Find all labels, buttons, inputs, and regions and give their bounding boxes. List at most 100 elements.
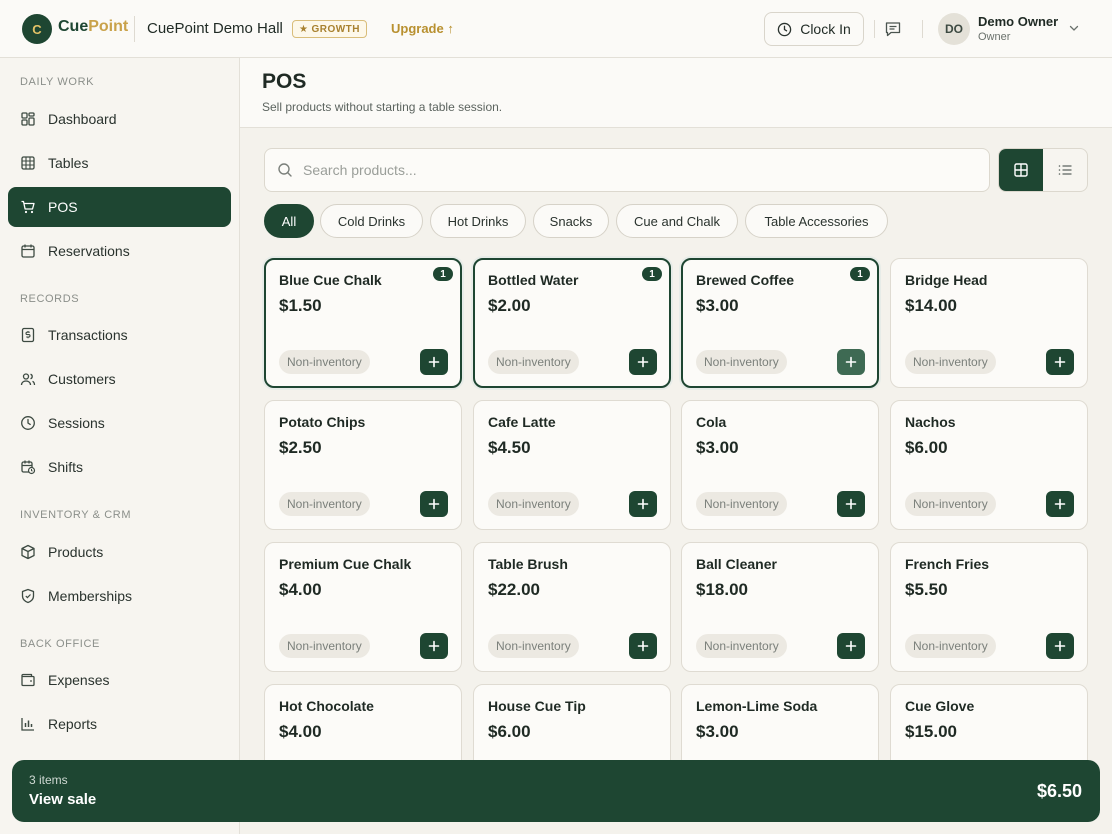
- add-to-sale-button[interactable]: [837, 491, 865, 517]
- product-card[interactable]: Bridge Head $14.00 Non-inventory: [890, 258, 1088, 388]
- clock-icon: [21, 416, 35, 430]
- inventory-tag: Non-inventory: [279, 492, 370, 516]
- upgrade-link[interactable]: Upgrade ↑: [391, 21, 454, 36]
- add-to-sale-button[interactable]: [420, 491, 448, 517]
- add-to-sale-button[interactable]: [1046, 633, 1074, 659]
- plus-icon: [1054, 356, 1066, 368]
- product-name: Cue Glove: [905, 698, 975, 714]
- sidebar-item-customers[interactable]: Customers: [8, 359, 231, 399]
- inventory-tag: Non-inventory: [488, 492, 579, 516]
- plus-icon: [845, 498, 857, 510]
- brand-logo[interactable]: CuePoint: [58, 18, 128, 36]
- plus-icon: [637, 640, 649, 652]
- product-card[interactable]: Table Brush $22.00 Non-inventory: [473, 542, 671, 672]
- product-card[interactable]: Nachos $6.00 Non-inventory: [890, 400, 1088, 530]
- product-name: Lemon-Lime Soda: [696, 698, 818, 714]
- sale-item-count: 3 items: [29, 773, 68, 787]
- inventory-tag: Non-inventory: [488, 350, 579, 374]
- inventory-tag: Non-inventory: [696, 350, 787, 374]
- sidebar-item-reservations[interactable]: Reservations: [8, 231, 231, 271]
- plus-icon: [845, 356, 857, 368]
- user-name[interactable]: Demo Owner: [978, 14, 1058, 29]
- search-input[interactable]: [303, 162, 963, 178]
- inventory-tag: Non-inventory: [905, 492, 996, 516]
- divider: [922, 20, 923, 38]
- section-title-records: RECORDS: [20, 293, 80, 305]
- inventory-tag: Non-inventory: [905, 350, 996, 374]
- category-chip-all[interactable]: All: [264, 204, 314, 238]
- clock-in-button[interactable]: Clock In: [764, 12, 864, 46]
- product-card[interactable]: Potato Chips $2.50 Non-inventory: [264, 400, 462, 530]
- add-to-sale-button[interactable]: [837, 633, 865, 659]
- user-role: Owner: [978, 31, 1011, 43]
- product-card[interactable]: Cola $3.00 Non-inventory: [681, 400, 879, 530]
- page-subtitle: Sell products without starting a table s…: [262, 100, 503, 114]
- list-view-button[interactable]: [1043, 149, 1087, 191]
- add-to-sale-button[interactable]: [629, 633, 657, 659]
- product-card[interactable]: Bottled Water $2.00 Non-inventory 1: [473, 258, 671, 388]
- product-price: $6.00: [488, 722, 531, 741]
- product-card[interactable]: French Fries $5.50 Non-inventory: [890, 542, 1088, 672]
- product-card[interactable]: Ball Cleaner $18.00 Non-inventory: [681, 542, 879, 672]
- add-to-sale-button[interactable]: [1046, 491, 1074, 517]
- sidebar-item-pos[interactable]: POS: [8, 187, 231, 227]
- shift-calendar-icon: [21, 460, 36, 475]
- sidebar-item-reports[interactable]: Reports: [8, 704, 231, 744]
- search-icon: [278, 163, 292, 177]
- sidebar-item-dashboard[interactable]: Dashboard: [8, 99, 231, 139]
- chevron-down-icon[interactable]: [1068, 22, 1080, 34]
- sidebar-item-sessions[interactable]: Sessions: [8, 403, 231, 443]
- product-card[interactable]: Blue Cue Chalk $1.50 Non-inventory 1: [264, 258, 462, 388]
- view-sale-bar[interactable]: 3 items View sale $6.50: [12, 760, 1100, 822]
- view-mode-toggle: [998, 148, 1088, 192]
- add-to-sale-button[interactable]: [629, 491, 657, 517]
- category-chip-table-accessories[interactable]: Table Accessories: [745, 204, 888, 238]
- product-price: $5.50: [905, 580, 948, 599]
- sidebar-item-tables[interactable]: Tables: [8, 143, 231, 183]
- product-name: Ball Cleaner: [696, 556, 777, 572]
- category-chip-cold-drinks[interactable]: Cold Drinks: [320, 204, 423, 238]
- calendar-icon: [21, 244, 35, 258]
- plus-icon: [637, 498, 649, 510]
- add-to-sale-button[interactable]: [1046, 349, 1074, 375]
- inventory-tag: Non-inventory: [279, 350, 370, 374]
- product-name: Nachos: [905, 414, 956, 430]
- sidebar-item-memberships[interactable]: Memberships: [8, 576, 231, 616]
- divider: [874, 20, 875, 38]
- shield-icon: [21, 588, 35, 604]
- sidebar-item-expenses[interactable]: Expenses: [8, 660, 231, 700]
- section-title-back-office: BACK OFFICE: [20, 638, 100, 650]
- product-name: Potato Chips: [279, 414, 366, 430]
- product-card[interactable]: Cafe Latte $4.50 Non-inventory: [473, 400, 671, 530]
- category-chip-hot-drinks[interactable]: Hot Drinks: [430, 204, 526, 238]
- plus-icon: [637, 356, 649, 368]
- category-chip-snacks[interactable]: Snacks: [533, 204, 609, 238]
- quantity-badge: 1: [850, 267, 870, 281]
- category-chip-cue-and-chalk[interactable]: Cue and Chalk: [616, 204, 738, 238]
- message-icon[interactable]: [884, 20, 902, 38]
- product-search[interactable]: [264, 148, 990, 192]
- sidebar-item-shifts[interactable]: Shifts: [8, 447, 231, 487]
- plus-icon: [428, 356, 440, 368]
- cart-icon: [21, 200, 35, 214]
- inventory-tag: Non-inventory: [279, 634, 370, 658]
- inventory-tag: Non-inventory: [696, 492, 787, 516]
- sidebar-item-transactions[interactable]: Transactions: [8, 315, 231, 355]
- product-card[interactable]: Premium Cue Chalk $4.00 Non-inventory: [264, 542, 462, 672]
- product-price: $2.50: [279, 438, 322, 457]
- product-price: $3.00: [696, 438, 739, 457]
- avatar[interactable]: DO: [938, 13, 970, 45]
- product-name: Cola: [696, 414, 727, 430]
- product-price: $1.50: [279, 296, 322, 315]
- add-to-sale-button[interactable]: [837, 349, 865, 375]
- add-to-sale-button[interactable]: [420, 633, 448, 659]
- inventory-tag: Non-inventory: [905, 634, 996, 658]
- inventory-tag: Non-inventory: [488, 634, 579, 658]
- grid-view-button[interactable]: [999, 149, 1043, 191]
- product-card[interactable]: Brewed Coffee $3.00 Non-inventory 1: [681, 258, 879, 388]
- add-to-sale-button[interactable]: [629, 349, 657, 375]
- box-icon: [21, 544, 35, 560]
- sidebar-item-products[interactable]: Products: [8, 532, 231, 572]
- add-to-sale-button[interactable]: [420, 349, 448, 375]
- plus-icon: [1054, 640, 1066, 652]
